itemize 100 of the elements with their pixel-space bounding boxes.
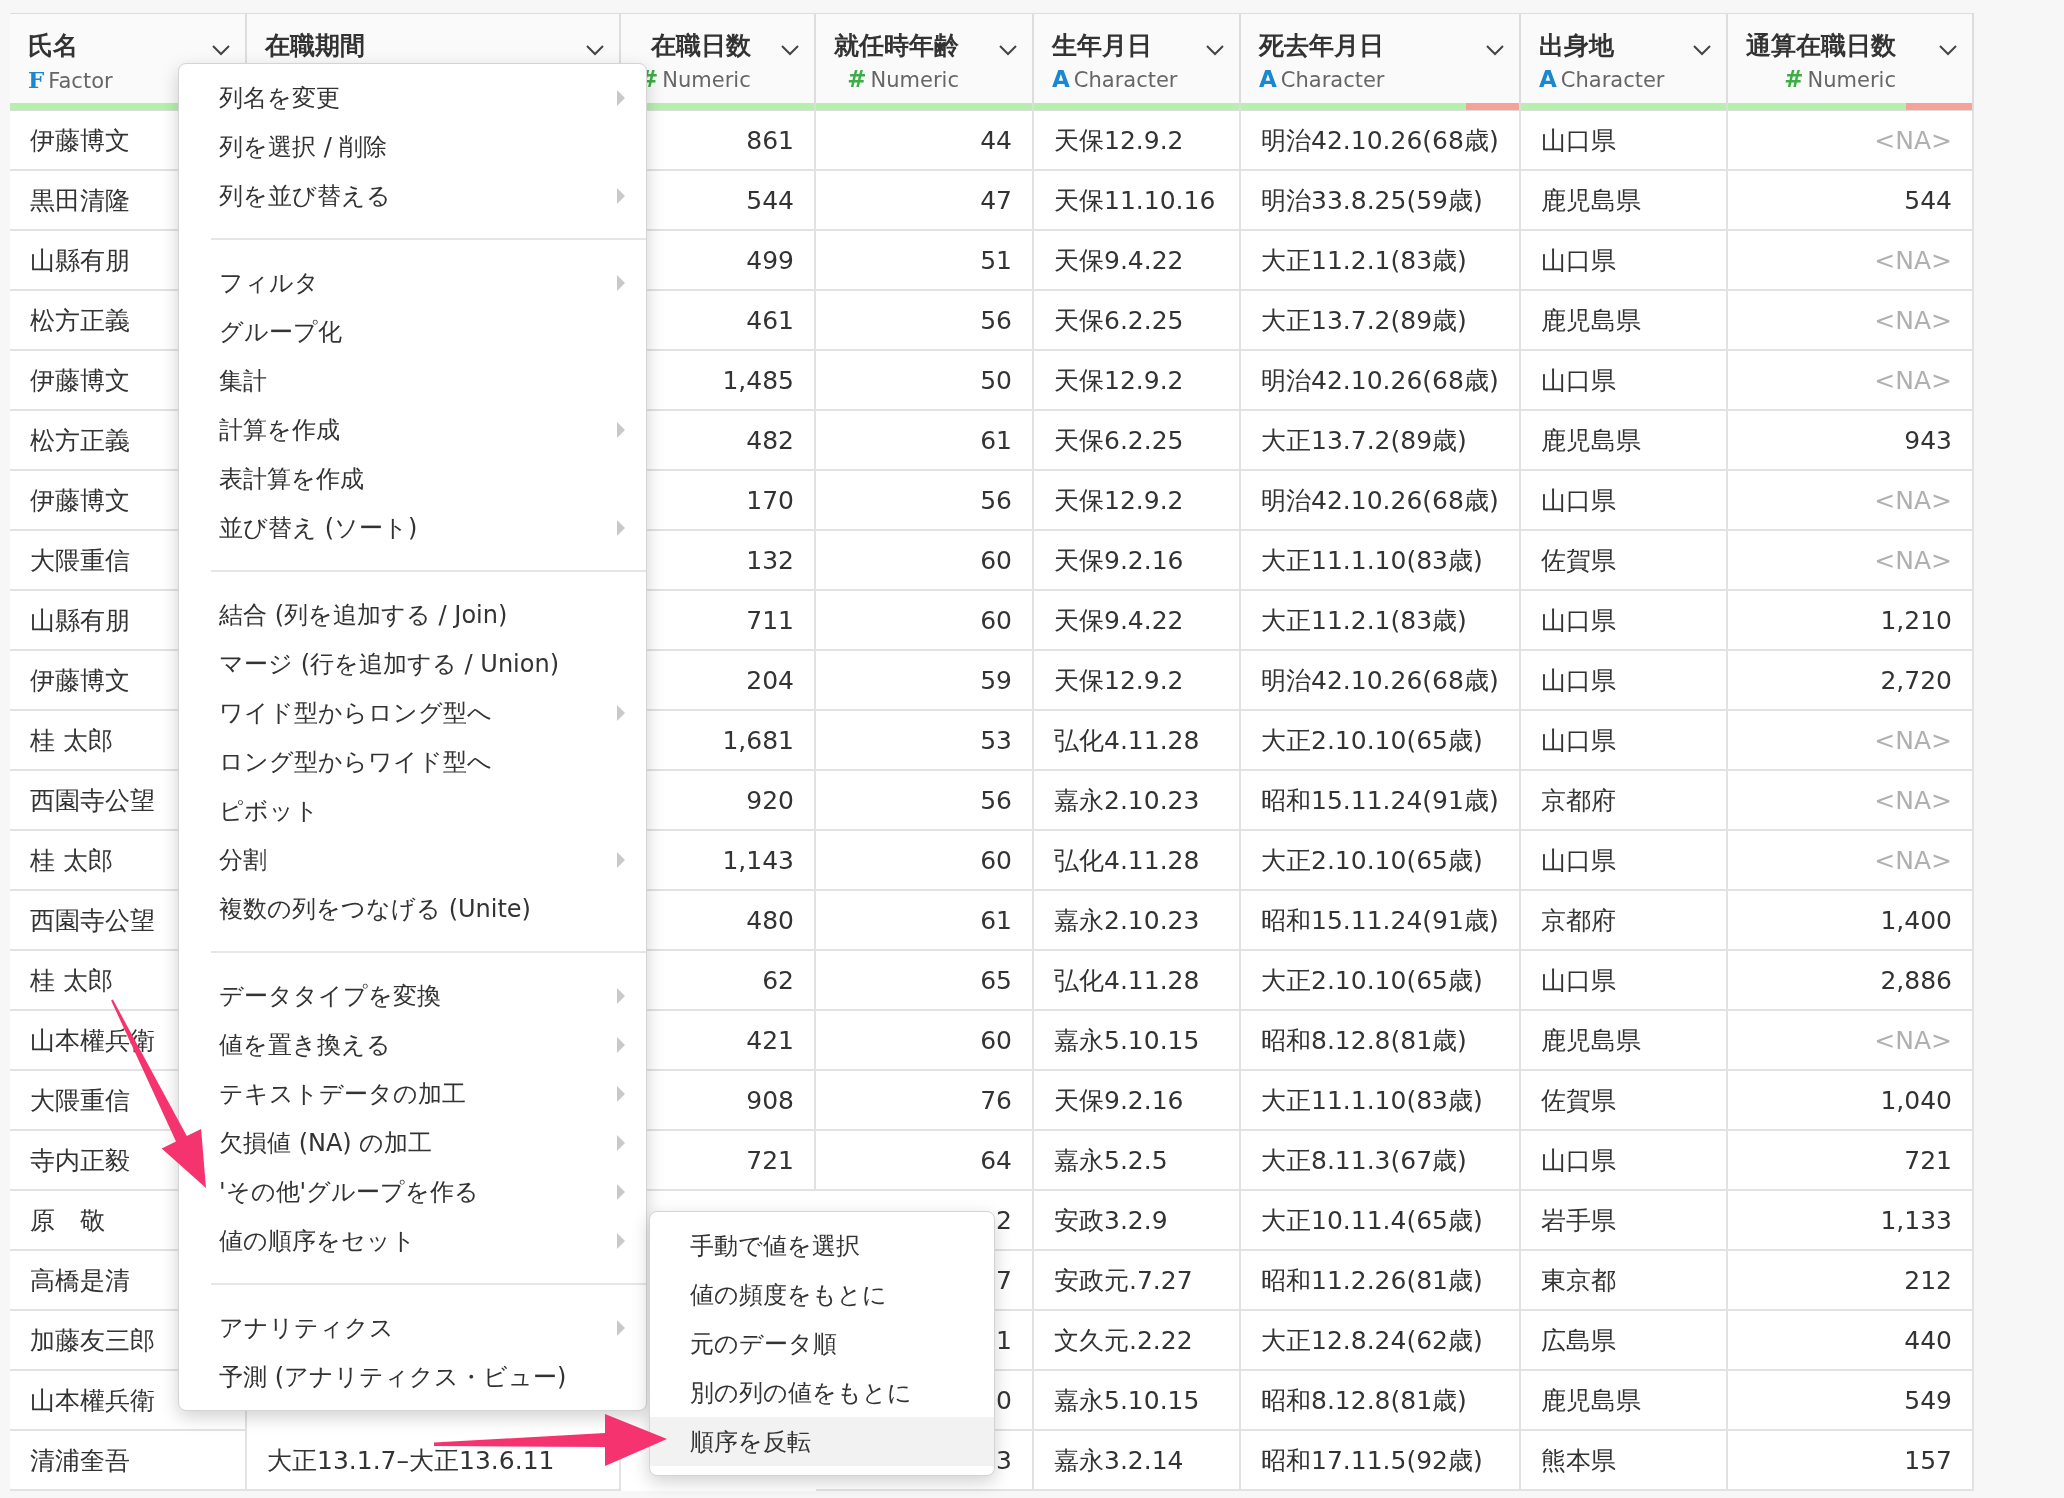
table-cell: 47 xyxy=(816,171,1034,231)
table-cell: 嘉永3.2.14 xyxy=(1034,1431,1241,1491)
table-cell: 大正11.2.1(83歳) xyxy=(1241,591,1521,651)
table-cell: 大正11.2.1(83歳) xyxy=(1241,231,1521,291)
table-cell: 天保9.2.16 xyxy=(1034,531,1241,591)
table-cell: 56 xyxy=(816,771,1034,831)
table-cell: <NA> xyxy=(1728,231,1974,291)
table-cell: 721 xyxy=(1728,1131,1974,1191)
table-cell: 嘉永2.10.23 xyxy=(1034,771,1241,831)
table-cell: 61 xyxy=(816,411,1034,471)
table-cell: 熊本県 xyxy=(1521,1431,1728,1491)
table-cell: 60 xyxy=(816,531,1034,591)
table-cell: 1,210 xyxy=(1728,591,1974,651)
table-cell: 明治42.10.26(68歳) xyxy=(1241,111,1521,171)
table-cell: 嘉永2.10.23 xyxy=(1034,891,1241,951)
table-cell: 60 xyxy=(816,1011,1034,1071)
table-cell: <NA> xyxy=(1728,291,1974,351)
table-cell: 2,720 xyxy=(1728,651,1974,711)
menu-item[interactable]: 順序を反転 xyxy=(650,1417,994,1466)
table-cell: 943 xyxy=(1728,411,1974,471)
table-cell: 56 xyxy=(816,471,1034,531)
table-cell: 鹿児島県 xyxy=(1521,411,1728,471)
table-cell: 鹿児島県 xyxy=(1521,1371,1728,1431)
table-cell: 山口県 xyxy=(1521,111,1728,171)
type-label: Numeric xyxy=(870,68,959,92)
table-cell: 1,400 xyxy=(1728,891,1974,951)
table-cell: <NA> xyxy=(1728,531,1974,591)
table-cell: 2,886 xyxy=(1728,951,1974,1011)
table-cell: 大正8.11.3(67歳) xyxy=(1241,1131,1521,1191)
type-label: Character xyxy=(1560,68,1665,92)
table-cell: 安政3.2.9 xyxy=(1034,1191,1241,1251)
table-cell: 山口県 xyxy=(1521,951,1728,1011)
table-cell: 549 xyxy=(1728,1371,1974,1431)
table-cell: 440 xyxy=(1728,1311,1974,1371)
table-cell: 544 xyxy=(1728,171,1974,231)
table-cell: <NA> xyxy=(1728,1011,1974,1071)
column-name: 生年月日 xyxy=(1052,30,1152,62)
table-cell: 天保9.4.22 xyxy=(1034,591,1241,651)
column-name: 通算在職日数 xyxy=(1746,30,1896,62)
table-cell: 山口県 xyxy=(1521,471,1728,531)
table-cell: <NA> xyxy=(1728,771,1974,831)
table-cell: 65 xyxy=(816,951,1034,1011)
table-cell: 安政元.7.27 xyxy=(1034,1251,1241,1311)
table-cell: 天保6.2.25 xyxy=(1034,411,1241,471)
table-cell: 昭和15.11.24(91歳) xyxy=(1241,891,1521,951)
type-label: Numeric xyxy=(662,68,751,92)
table-cell: 昭和15.11.24(91歳) xyxy=(1241,771,1521,831)
table-cell: <NA> xyxy=(1728,831,1974,891)
type-icon: F xyxy=(28,66,45,93)
table-cell: 山口県 xyxy=(1521,591,1728,651)
table-cell: 岩手県 xyxy=(1521,1191,1728,1251)
table-cell: 山口県 xyxy=(1521,1131,1728,1191)
table-cell: 天保12.9.2 xyxy=(1034,111,1241,171)
table-cell: 明治42.10.26(68歳) xyxy=(1241,651,1521,711)
table-cell: 山口県 xyxy=(1521,711,1728,771)
column-name: 在職日数 xyxy=(650,30,751,62)
table-cell: 60 xyxy=(816,591,1034,651)
table-cell: 天保12.9.2 xyxy=(1034,651,1241,711)
table-cell: 文久元.2.22 xyxy=(1034,1311,1241,1371)
table-cell: 56 xyxy=(816,291,1034,351)
table-cell: <NA> xyxy=(1728,711,1974,771)
table-cell: <NA> xyxy=(1728,471,1974,531)
table-cell: 昭和8.12.8(81歳) xyxy=(1241,1011,1521,1071)
table-cell: 佐賀県 xyxy=(1521,531,1728,591)
table-cell: 大正2.10.10(65歳) xyxy=(1241,831,1521,891)
table-cell: 嘉永5.2.5 xyxy=(1034,1131,1241,1191)
table-cell: 天保6.2.25 xyxy=(1034,291,1241,351)
type-label: Numeric xyxy=(1807,68,1896,92)
type-icon: A xyxy=(1539,66,1557,92)
table-cell: 京都府 xyxy=(1521,891,1728,951)
type-icon: # xyxy=(1784,66,1804,92)
column-name: 在職期間 xyxy=(265,30,365,62)
type-label: Character xyxy=(1073,68,1178,92)
column-name: 死去年月日 xyxy=(1259,30,1384,62)
table-cell: 大正11.1.10(83歳) xyxy=(1241,531,1521,591)
table-cell: 大正11.1.10(83歳) xyxy=(1241,1071,1521,1131)
table-cell: 59 xyxy=(816,651,1034,711)
table-cell: <NA> xyxy=(1728,111,1974,171)
table-cell: 大正2.10.10(65歳) xyxy=(1241,951,1521,1011)
column-name: 就任時年齢 xyxy=(834,30,959,62)
table-cell: 大正13.7.2(89歳) xyxy=(1241,411,1521,471)
table-cell: 東京都 xyxy=(1521,1251,1728,1311)
table-cell: 大正2.10.10(65歳) xyxy=(1241,711,1521,771)
type-icon: A xyxy=(1259,66,1277,92)
table-cell: 鹿児島県 xyxy=(1521,1011,1728,1071)
table-cell: 清浦奎吾 xyxy=(10,1431,247,1491)
table-cell: 大正12.8.24(62歳) xyxy=(1241,1311,1521,1371)
table-cell: 嘉永5.10.15 xyxy=(1034,1371,1241,1431)
table-cell: 弘化4.11.28 xyxy=(1034,951,1241,1011)
table-cell: 山口県 xyxy=(1521,351,1728,411)
table-cell: <NA> xyxy=(1728,351,1974,411)
table-cell: 弘化4.11.28 xyxy=(1034,711,1241,771)
table-cell: 山口県 xyxy=(1521,231,1728,291)
type-label: Factor xyxy=(48,69,113,93)
table-cell: 天保11.10.16 xyxy=(1034,171,1241,231)
table-cell: 広島県 xyxy=(1521,1311,1728,1371)
table-cell: 1,040 xyxy=(1728,1071,1974,1131)
table-cell: 44 xyxy=(816,111,1034,171)
table-cell: 鹿児島県 xyxy=(1521,171,1728,231)
table-cell: 天保12.9.2 xyxy=(1034,351,1241,411)
